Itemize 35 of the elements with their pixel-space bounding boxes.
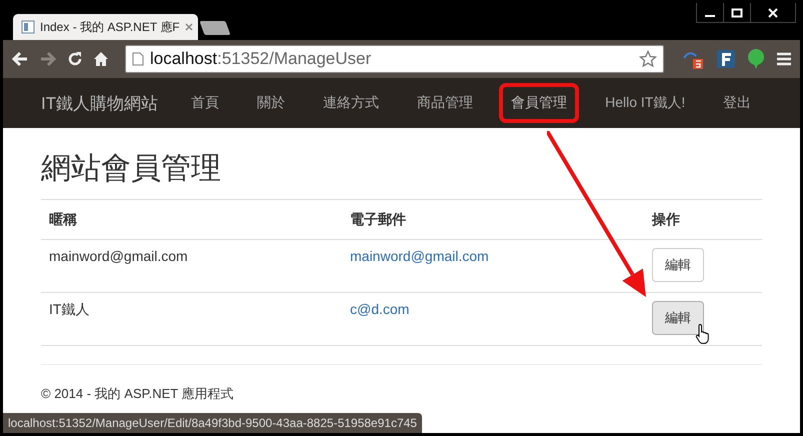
table-cell: mainword@gmail.com — [41, 240, 342, 292]
nav-link[interactable]: 連絡方式 — [304, 83, 398, 123]
browser-tab[interactable]: Index - 我的 ASP.NET 應F — [13, 14, 198, 40]
footer-text: © 2014 - 我的 ASP.NET 應用程式 — [41, 385, 235, 403]
edit-button[interactable]: 編輯 — [652, 248, 704, 282]
logout-link[interactable]: 登出 — [704, 83, 770, 123]
nav-link[interactable]: 關於 — [238, 83, 304, 123]
home-icon[interactable] — [93, 51, 109, 67]
page-heading: 網站會員管理 — [41, 151, 222, 187]
page-icon — [21, 20, 35, 34]
back-icon[interactable] — [11, 51, 29, 67]
status-bar: localhost:51352/ManageUser/Edit/8a49f3bd-9500-43aa-8825-51958e91c745 — [3, 413, 422, 433]
hand-cursor-icon — [695, 323, 711, 345]
column-header: 電子郵件 — [342, 200, 644, 240]
email-link[interactable]: c@d.com — [350, 301, 410, 317]
page-icon — [132, 52, 144, 66]
speech-bubble-icon[interactable] — [746, 48, 766, 70]
greeting-link[interactable]: Hello IT鐵人! — [586, 83, 704, 123]
url-text: localhost:51352/ManageUser — [150, 49, 372, 69]
f-extension-icon[interactable] — [716, 49, 736, 69]
table-cell: IT鐵人 — [41, 292, 342, 346]
column-header: 操作 — [644, 200, 762, 240]
nav-link[interactable]: 商品管理 — [398, 83, 492, 123]
menu-icon[interactable] — [776, 51, 792, 67]
column-header: 暱稱 — [41, 200, 342, 240]
star-icon[interactable] — [639, 50, 657, 68]
tab-title: Index - 我的 ASP.NET 應F — [40, 18, 180, 36]
reload-icon[interactable] — [67, 51, 83, 67]
nav-link[interactable]: 會員管理 — [499, 83, 580, 123]
edit-button[interactable]: 編輯 — [652, 301, 704, 335]
address-bar[interactable]: localhost:51352/ManageUser — [125, 45, 664, 73]
email-link[interactable]: mainword@gmail.com — [350, 248, 489, 264]
new-tab-button[interactable] — [199, 21, 231, 35]
nav-link[interactable]: 首頁 — [172, 83, 238, 123]
site-brand-link[interactable]: IT鐵人購物網站 — [41, 92, 158, 114]
